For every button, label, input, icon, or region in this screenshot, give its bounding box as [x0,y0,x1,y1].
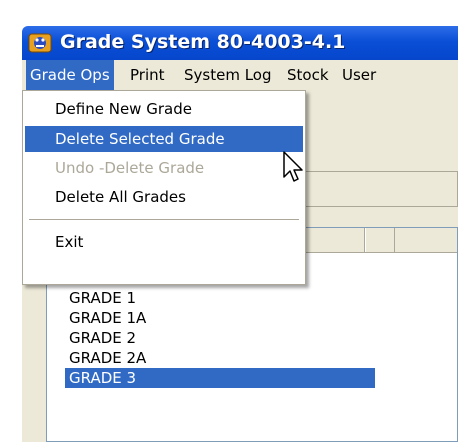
menu-separator [29,219,299,220]
menu-grade-ops[interactable]: Grade Ops [26,60,114,90]
menu-print[interactable]: Print [130,66,165,84]
menu-user[interactable]: User [342,66,376,84]
list-item[interactable]: GRADE 1A [65,308,375,328]
menu-item-exit[interactable]: Exit [25,229,303,255]
menu-system-log[interactable]: System Log [184,66,272,84]
menu-item-delete-selected-grade[interactable]: Delete Selected Grade [25,126,303,152]
menu-bar: Grade Ops Print System Log Stock User [22,60,458,90]
window-title: Grade System 80-4003-4.1 [60,31,346,53]
mouse-cursor-icon [283,151,303,182]
list-item-selected[interactable]: GRADE 3 [65,368,375,388]
list-item[interactable]: GRADE 2A [65,348,375,368]
menu-item-undo-delete-grade: Undo -Delete Grade [55,159,205,177]
grade-system-window: Grade System 80-4003-4.1 Grade Ops Print… [0,0,458,442]
list-column-header[interactable] [365,228,395,252]
menu-item-delete-all-grades[interactable]: Delete All Grades [25,184,303,210]
list-item[interactable]: GRADE 1 [65,288,375,308]
list-body: GRADE 1 GRADE 1A GRADE 2 GRADE 2A GRADE … [65,288,375,388]
title-bar[interactable]: Grade System 80-4003-4.1 [22,26,458,60]
menu-stock[interactable]: Stock [287,66,329,84]
list-item[interactable]: GRADE 2 [65,328,375,348]
menu-item-define-new-grade[interactable]: Define New Grade [25,96,303,122]
grade-ops-dropdown: Define New Grade Delete Selected Grade U… [22,90,306,285]
app-icon [28,33,52,53]
